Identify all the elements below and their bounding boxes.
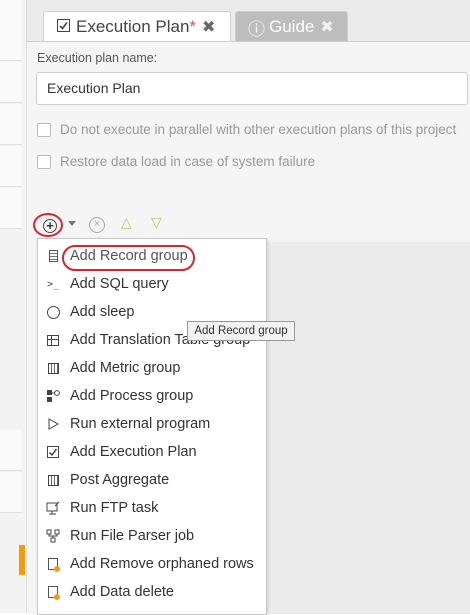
menu-item-label: Add Execution Plan xyxy=(70,444,197,460)
left-panel-segment xyxy=(0,0,22,61)
tab-bar: Execution Plan * ✖ ⓘ Guide ✖ xyxy=(27,0,470,42)
menu-item-run-ftp-task[interactable]: Run FTP task xyxy=(38,494,266,522)
left-panel-segment xyxy=(0,188,22,229)
menu-item-label: Add Process group xyxy=(70,388,194,404)
table-icon xyxy=(46,333,60,347)
menu-item-run-external-program[interactable]: Run external program xyxy=(38,410,266,438)
menu-item-add-data-delete[interactable]: Add Data delete xyxy=(38,578,266,606)
left-panel-segment xyxy=(0,146,22,187)
aggregate-grid-icon xyxy=(46,473,60,487)
close-icon[interactable]: ✖ xyxy=(320,17,333,37)
menu-item-label: Add SQL query xyxy=(70,276,169,292)
left-panel-segment xyxy=(0,104,22,145)
add-button[interactable]: + xyxy=(33,213,63,237)
add-menu: Add Record group >_ Add SQL query Add sl… xyxy=(37,238,267,615)
menu-item-post-aggregate[interactable]: Post Aggregate xyxy=(38,466,266,494)
menu-item-label: Add Metric group xyxy=(70,360,181,376)
left-panel-segment xyxy=(0,472,22,513)
tab-label: Execution Plan xyxy=(76,17,190,36)
plan-canvas xyxy=(264,242,470,614)
menu-item-label: Run File Parser job xyxy=(70,528,195,544)
active-indicator xyxy=(19,545,25,575)
menu-item-label: Post Aggregate xyxy=(70,472,170,488)
close-icon[interactable]: ✖ xyxy=(202,17,215,37)
option-label: Restore data load in case of system fail… xyxy=(60,154,316,169)
checkbox[interactable] xyxy=(37,154,51,169)
checkbox[interactable] xyxy=(37,122,51,137)
orphaned-rows-icon xyxy=(46,557,60,572)
sql-prompt-icon: >_ xyxy=(46,278,60,290)
option-restore[interactable]: Restore data load in case of system fail… xyxy=(37,154,315,169)
data-delete-icon xyxy=(46,585,60,600)
move-up-icon[interactable]: △ xyxy=(121,214,132,231)
menu-item-add-execution-plan[interactable]: Add Execution Plan xyxy=(38,438,266,466)
menu-item-add-remove-orphaned-rows[interactable]: Add Remove orphaned rows xyxy=(38,550,266,578)
checkbox-icon xyxy=(57,17,70,37)
highlight-ring xyxy=(62,245,195,271)
dropdown-caret-icon[interactable] xyxy=(68,221,76,226)
menu-item-label: Add sleep xyxy=(70,304,135,320)
tab-execution-plan[interactable]: Execution Plan * ✖ xyxy=(43,11,231,42)
menu-item-add-process-group[interactable]: Add Process group xyxy=(38,382,266,410)
tooltip: Add Record group xyxy=(187,321,295,341)
option-label: Do not execute in parallel with other ex… xyxy=(60,122,457,137)
left-side-panel xyxy=(0,0,27,613)
menu-item-label: Add Remove orphaned rows xyxy=(70,556,254,572)
plan-name-label: Execution plan name: xyxy=(37,51,158,65)
option-parallel[interactable]: Do not execute in parallel with other ex… xyxy=(37,122,456,137)
remove-icon[interactable]: × xyxy=(89,217,105,233)
plan-toolbar: + × △ ▽ xyxy=(27,213,227,239)
move-down-icon[interactable]: ▽ xyxy=(151,214,162,231)
execution-plan-panel: Execution plan name: Execution Plan Do n… xyxy=(27,41,470,615)
menu-item-add-sql-query[interactable]: >_ Add SQL query xyxy=(38,270,266,298)
tab-guide[interactable]: ⓘ Guide ✖ xyxy=(235,11,348,42)
ftp-icon xyxy=(46,501,60,515)
left-panel-segment xyxy=(0,62,22,103)
play-triangle-icon xyxy=(46,417,60,431)
plus-icon: + xyxy=(43,219,57,233)
metric-grid-icon xyxy=(46,361,60,375)
main-area: Execution Plan * ✖ ⓘ Guide ✖ Execution pl… xyxy=(27,0,470,615)
menu-item-label: Run external program xyxy=(70,416,211,432)
menu-item-label: Add Data delete xyxy=(70,584,174,600)
tab-label: Guide xyxy=(269,17,315,36)
menu-item-add-metric-group[interactable]: Add Metric group xyxy=(38,354,266,382)
info-icon: ⓘ xyxy=(248,19,265,39)
process-icon xyxy=(46,389,60,403)
modified-marker: * xyxy=(189,17,197,36)
record-group-icon xyxy=(46,249,60,263)
plan-name-input[interactable]: Execution Plan xyxy=(36,72,468,105)
left-panel-segment xyxy=(0,430,22,471)
checkbox-icon xyxy=(46,445,60,459)
menu-item-label: Run FTP task xyxy=(70,500,159,516)
file-parser-icon xyxy=(46,529,60,543)
clock-icon xyxy=(46,305,60,319)
menu-item-add-record-group[interactable]: Add Record group xyxy=(38,242,266,271)
menu-item-run-file-parser-job[interactable]: Run File Parser job xyxy=(38,522,266,550)
